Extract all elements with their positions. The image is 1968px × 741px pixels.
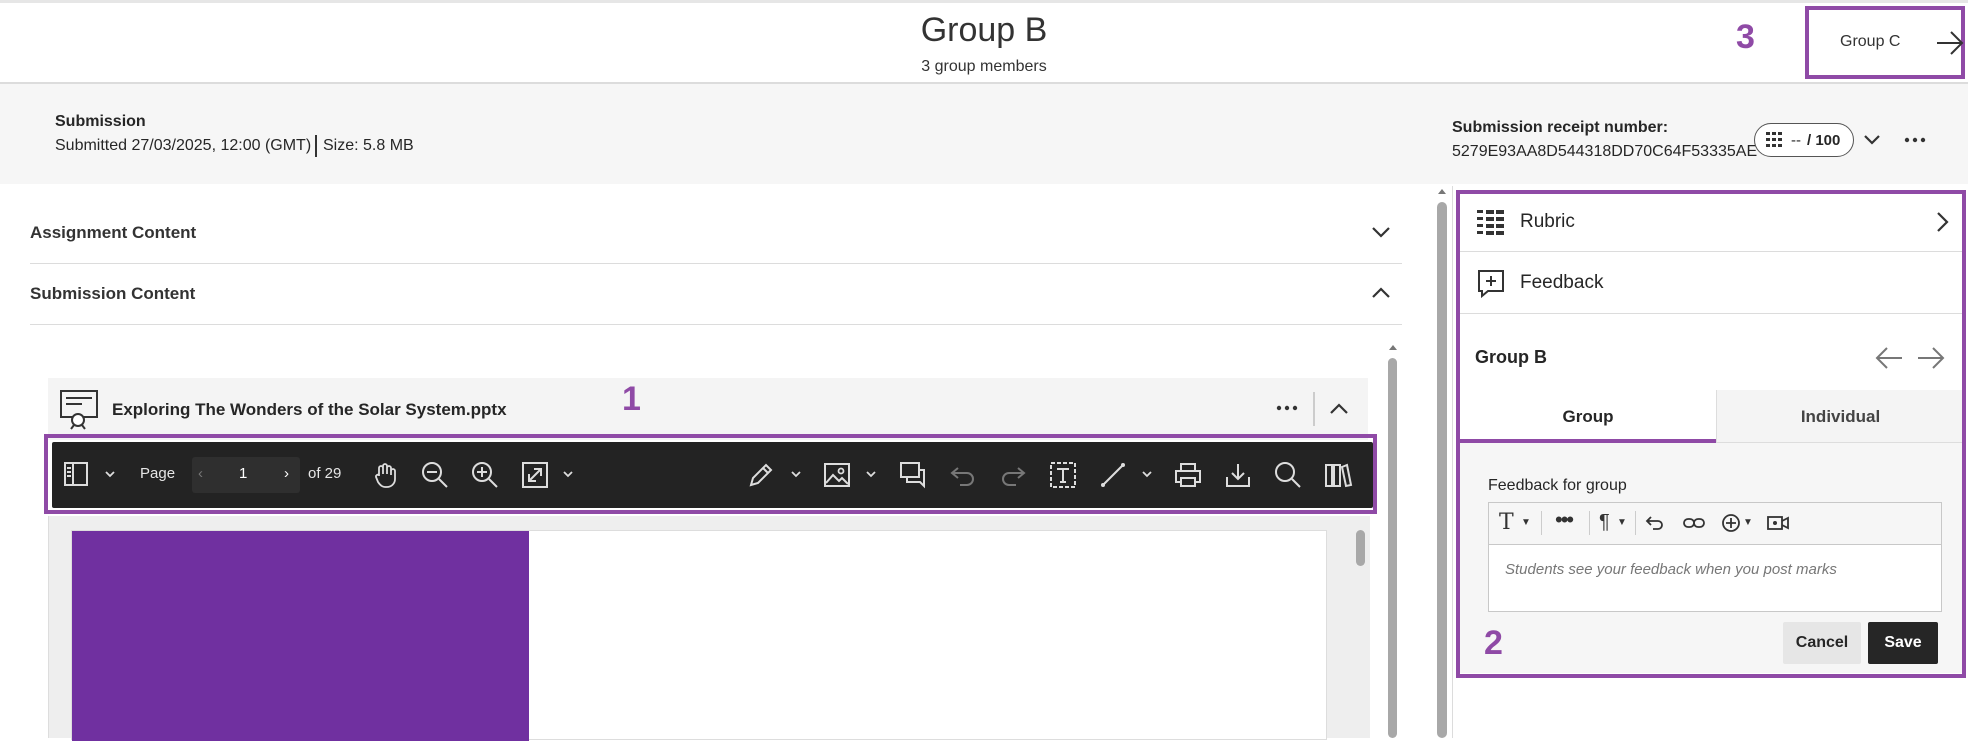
divider	[315, 135, 317, 157]
callout-box-1	[44, 434, 1377, 514]
slide-thumbnail	[72, 531, 529, 741]
grade-pill[interactable]: -- / 100	[1754, 123, 1854, 157]
callout-box-2	[1456, 190, 1966, 678]
submission-content-accordion[interactable]: Submission Content	[30, 264, 1402, 325]
presentation-file-icon	[58, 388, 102, 430]
grade-value: --	[1791, 131, 1801, 149]
chevron-up-icon	[1370, 282, 1392, 304]
grade-expand-button[interactable]	[1862, 130, 1882, 150]
scroll-up-arrow[interactable]	[1387, 342, 1399, 352]
chevron-down-icon	[1862, 130, 1882, 150]
submitted-date: Submitted 27/03/2025, 12:00 (GMT)	[55, 137, 312, 154]
receipt-number: 5279E93AA8D544318DD70C64F53335AE	[1452, 143, 1758, 160]
file-header: Exploring The Wonders of the Solar Syste…	[48, 378, 1368, 440]
file-name: Exploring The Wonders of the Solar Syste…	[112, 400, 507, 419]
content-scrollbar[interactable]	[1388, 358, 1397, 738]
next-group-label: Group C	[1840, 33, 1901, 50]
next-group-button[interactable]: Group C	[1809, 10, 1964, 75]
file-options-button[interactable]	[1275, 400, 1299, 416]
grade-total: / 100	[1807, 131, 1841, 149]
receipt-label: Submission receipt number:	[1452, 119, 1669, 136]
scroll-up-arrow[interactable]	[1436, 186, 1448, 196]
page-scrollbar[interactable]	[1437, 202, 1447, 738]
page-header: Group B 3 group members	[0, 0, 1968, 84]
assignment-content-accordion[interactable]: Assignment Content	[30, 203, 1402, 264]
document-scrollbar[interactable]	[1356, 530, 1365, 566]
group-member-count: 3 group members	[921, 58, 1047, 75]
submission-bar: Submission Submitted 27/03/2025, 12:00 (…	[0, 84, 1968, 184]
rubric-icon	[1765, 131, 1785, 149]
document-page	[71, 530, 1327, 741]
submission-content-label: Submission Content	[30, 284, 196, 303]
callout-number-3: 3	[1736, 18, 1755, 56]
more-options-button[interactable]	[1903, 130, 1927, 150]
arrow-right-icon	[1935, 30, 1965, 56]
chevron-down-icon	[1370, 221, 1392, 243]
divider	[1313, 392, 1315, 426]
document-canvas	[48, 516, 1370, 741]
callout-number-1: 1	[622, 380, 641, 418]
kebab-icon	[1903, 130, 1927, 150]
file-size: Size: 5.8 MB	[323, 137, 414, 154]
page-title: Group B	[920, 11, 1048, 49]
collapse-file-button[interactable]	[1328, 398, 1350, 420]
callout-divider	[1456, 439, 1716, 443]
submission-label: Submission	[55, 113, 146, 130]
assignment-content-label: Assignment Content	[30, 223, 197, 242]
